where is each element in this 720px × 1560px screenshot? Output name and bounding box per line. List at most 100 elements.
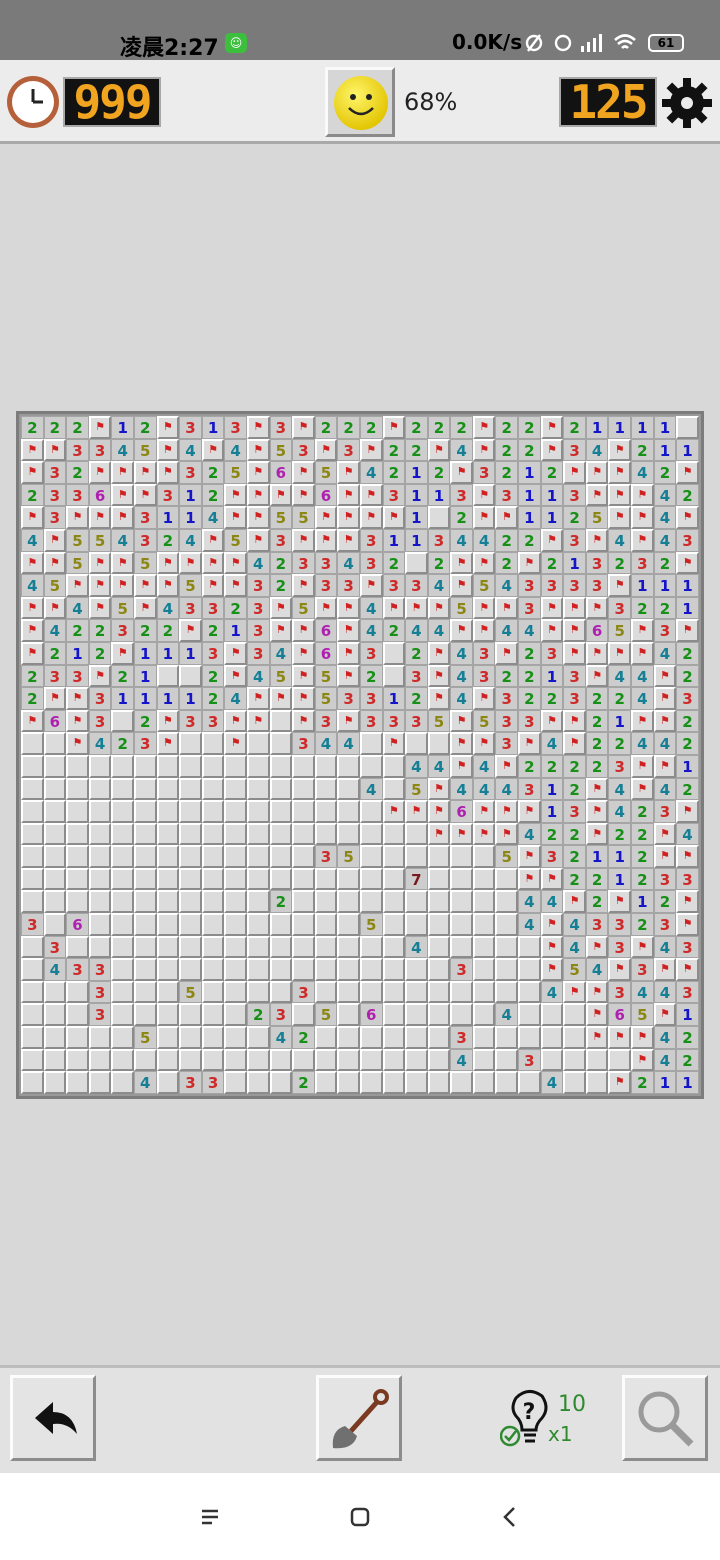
number-cell[interactable]: 4 [518, 913, 541, 936]
flag-icon[interactable]: ⚑ [608, 958, 632, 981]
number-cell[interactable]: 2 [563, 506, 586, 529]
covered-cell[interactable] [111, 1071, 134, 1094]
covered-cell[interactable] [201, 845, 225, 868]
flag-icon[interactable]: ⚑ [540, 619, 564, 642]
number-cell[interactable]: 2 [405, 438, 428, 462]
covered-cell[interactable] [21, 1048, 44, 1072]
flag-icon[interactable]: ⚑ [292, 416, 315, 439]
covered-cell[interactable] [66, 754, 89, 778]
number-cell[interactable]: 4 [405, 754, 428, 778]
flag-icon[interactable]: ⚑ [156, 461, 180, 484]
covered-cell[interactable] [201, 980, 225, 1004]
flag-icon[interactable]: ⚑ [495, 506, 519, 529]
covered-cell[interactable] [450, 980, 473, 1004]
covered-cell[interactable] [224, 913, 247, 936]
number-cell[interactable]: 1 [111, 416, 134, 439]
flag-icon[interactable]: ⚑ [246, 483, 270, 507]
covered-cell[interactable] [495, 1071, 519, 1094]
number-cell[interactable]: 2 [133, 619, 157, 642]
number-cell[interactable]: 1 [585, 845, 609, 868]
covered-cell[interactable] [495, 867, 519, 891]
covered-cell[interactable] [382, 1003, 406, 1027]
flag-icon[interactable]: ⚑ [21, 461, 44, 484]
number-cell[interactable]: 3 [88, 980, 112, 1004]
covered-cell[interactable] [337, 913, 360, 936]
number-cell[interactable]: 2 [608, 822, 632, 846]
number-cell[interactable]: 6 [314, 641, 338, 665]
covered-cell[interactable] [43, 732, 67, 755]
covered-cell[interactable] [292, 935, 315, 959]
number-cell[interactable]: 3 [585, 913, 609, 936]
number-cell[interactable]: 4 [653, 528, 677, 552]
number-cell[interactable]: 3 [292, 980, 315, 1004]
covered-cell[interactable] [246, 913, 270, 936]
covered-cell[interactable] [66, 822, 89, 846]
covered-cell[interactable] [292, 800, 315, 823]
flag-icon[interactable]: ⚑ [653, 845, 677, 868]
covered-cell[interactable] [43, 777, 67, 801]
number-cell[interactable]: 3 [246, 619, 270, 642]
covered-cell[interactable] [359, 890, 383, 914]
flag-icon[interactable]: ⚑ [359, 438, 383, 462]
covered-cell[interactable] [292, 754, 315, 778]
number-cell[interactable]: 4 [563, 935, 586, 959]
number-cell[interactable]: 2 [540, 551, 564, 575]
flag-icon[interactable]: ⚑ [563, 619, 586, 642]
number-cell[interactable]: 2 [314, 416, 338, 439]
number-cell[interactable]: 2 [563, 777, 586, 801]
number-cell[interactable]: 3 [518, 1048, 541, 1072]
covered-cell[interactable] [88, 1048, 112, 1072]
covered-cell[interactable] [337, 1071, 360, 1094]
flag-icon[interactable]: ⚑ [88, 596, 112, 620]
flag-icon[interactable]: ⚑ [472, 687, 496, 710]
number-cell[interactable]: 2 [292, 1071, 315, 1094]
flag-icon[interactable]: ⚑ [676, 506, 699, 529]
covered-cell[interactable] [314, 958, 338, 981]
number-cell[interactable]: 2 [156, 528, 180, 552]
flag-icon[interactable]: ⚑ [676, 551, 699, 575]
number-cell[interactable]: 2 [495, 551, 519, 575]
flag-icon[interactable]: ⚑ [111, 506, 134, 529]
covered-cell[interactable] [495, 980, 519, 1004]
number-cell[interactable]: 4 [495, 619, 519, 642]
number-cell[interactable]: 1 [653, 574, 677, 597]
number-cell[interactable]: 4 [631, 732, 654, 755]
covered-cell[interactable] [133, 1003, 157, 1027]
covered-cell[interactable] [246, 822, 270, 846]
covered-cell[interactable] [66, 1048, 89, 1072]
covered-cell[interactable] [518, 1026, 541, 1049]
flag-icon[interactable]: ⚑ [337, 619, 360, 642]
flag-icon[interactable]: ⚑ [585, 935, 609, 959]
flag-icon[interactable]: ⚑ [585, 1026, 609, 1049]
number-cell[interactable]: 4 [518, 619, 541, 642]
flag-icon[interactable]: ⚑ [472, 506, 496, 529]
covered-cell[interactable] [495, 913, 519, 936]
number-cell[interactable]: 4 [66, 596, 89, 620]
number-cell[interactable]: 3 [269, 528, 293, 552]
covered-cell[interactable] [472, 935, 496, 959]
number-cell[interactable]: 5 [43, 574, 67, 597]
flag-icon[interactable]: ⚑ [653, 754, 677, 778]
covered-cell[interactable] [359, 958, 383, 981]
number-cell[interactable]: 4 [495, 777, 519, 801]
number-cell[interactable]: 3 [43, 935, 67, 959]
number-cell[interactable]: 5 [472, 574, 496, 597]
flag-icon[interactable]: ⚑ [337, 506, 360, 529]
covered-cell[interactable] [133, 754, 157, 778]
covered-cell[interactable] [472, 1048, 496, 1072]
number-cell[interactable]: 2 [585, 867, 609, 891]
covered-cell[interactable] [563, 1071, 586, 1094]
number-cell[interactable]: 1 [405, 528, 428, 552]
flag-icon[interactable]: ⚑ [359, 506, 383, 529]
covered-cell[interactable] [472, 958, 496, 981]
covered-cell[interactable] [179, 867, 202, 891]
covered-cell[interactable] [495, 890, 519, 914]
flag-icon[interactable]: ⚑ [631, 641, 654, 665]
flag-icon[interactable]: ⚑ [246, 709, 270, 733]
number-cell[interactable]: 1 [608, 845, 632, 868]
number-cell[interactable]: 5 [608, 619, 632, 642]
covered-cell[interactable] [382, 935, 406, 959]
covered-cell[interactable] [179, 1026, 202, 1049]
number-cell[interactable]: 2 [21, 483, 44, 507]
number-cell[interactable]: 2 [269, 890, 293, 914]
